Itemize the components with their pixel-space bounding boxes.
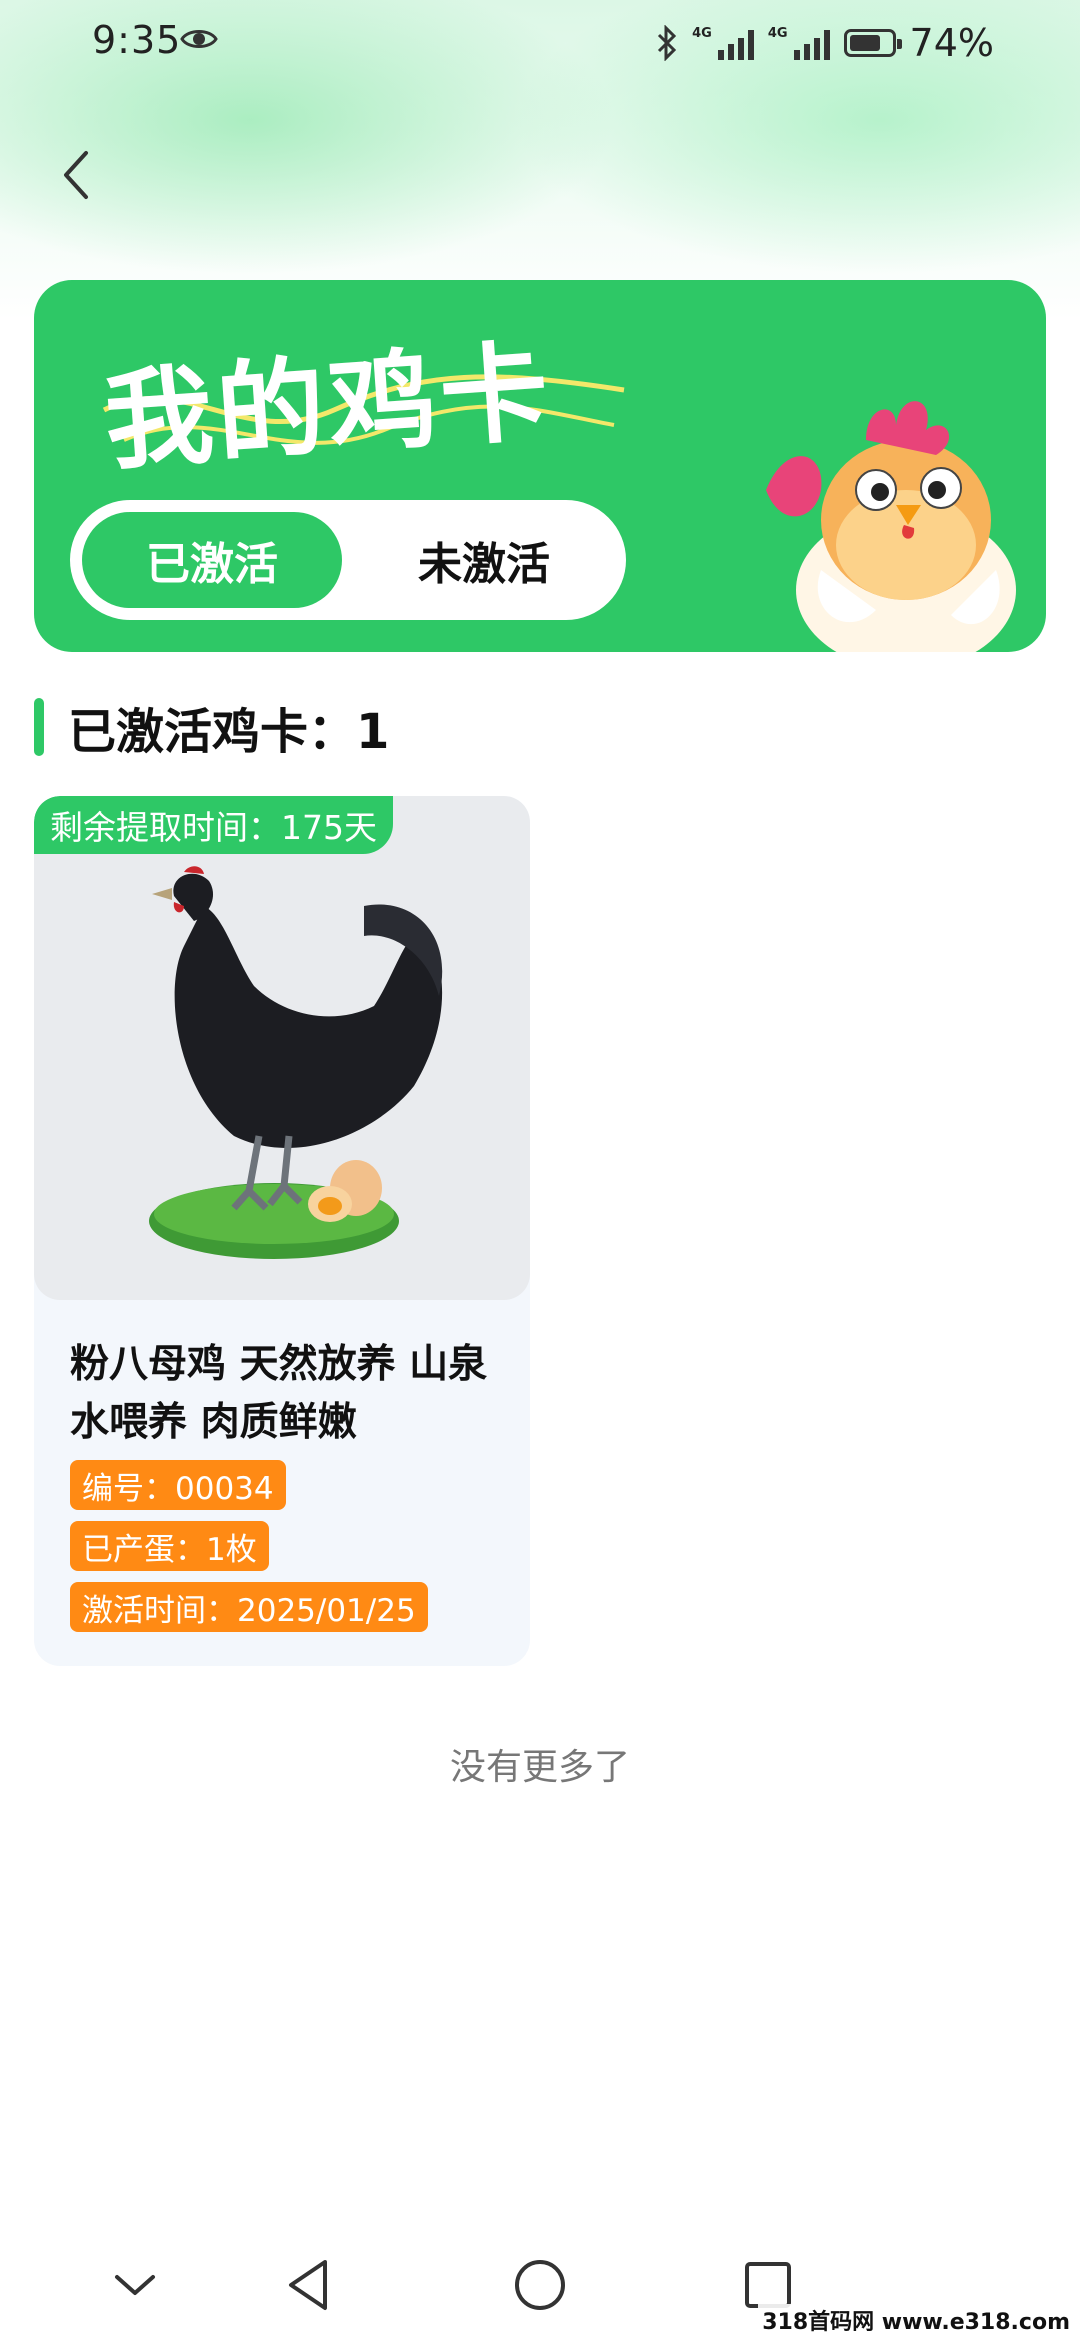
tab-inactive[interactable]: 未激活 — [354, 512, 614, 608]
battery-percent: 74% — [909, 21, 994, 65]
no-more-text: 没有更多了 — [449, 1747, 630, 1788]
network-label-2: 4G — [767, 26, 788, 41]
nav-back-button[interactable] — [273, 2250, 343, 2320]
nav-collapse-button[interactable] — [100, 2250, 170, 2320]
banner-title: 我的鸡卡 — [100, 328, 557, 486]
activation-date-tag: 激活时间：2025/01/25 — [70, 1582, 428, 1632]
chicken-card-banner: 我的鸡卡 已激活 未激活 — [34, 280, 1046, 652]
card-image-area: 剩余提取时间：175天 — [34, 796, 530, 1300]
signal-2-icon: 4G — [768, 26, 830, 60]
square-recents-icon — [745, 2262, 791, 2308]
chicken-mascot — [766, 401, 1016, 652]
signal-1-icon: 4G — [692, 26, 754, 60]
chevron-down-icon — [115, 2275, 155, 2295]
card-title: 粉八母鸡 天然放养 山泉水喂养 肉质鲜嫩 — [70, 1342, 488, 1445]
network-label-1: 4G — [692, 26, 712, 41]
eggs-tag: 已产蛋：1枚 — [70, 1521, 269, 1571]
back-button[interactable] — [40, 140, 110, 210]
status-time: 9:35 — [92, 18, 182, 62]
chevron-left-icon — [64, 151, 88, 199]
tab-activated[interactable]: 已激活 — [82, 512, 342, 608]
triangle-back-icon — [289, 2260, 327, 2310]
status-tabs: 已激活 未激活 — [70, 500, 626, 620]
chicken-card[interactable]: 剩余提取时间：175天 粉八母鸡 天然放养 山泉水喂养 肉质鲜嫩 编号：0003… — [34, 796, 530, 1666]
nav-home-button[interactable] — [505, 2250, 575, 2320]
watermark: 318首码网 www.e318.com — [758, 2304, 1074, 2336]
circle-home-icon — [515, 2260, 565, 2310]
section-accent-bar — [34, 698, 44, 756]
eye-icon — [180, 30, 218, 48]
remaining-time-badge: 剩余提取时间：175天 — [34, 796, 393, 854]
battery-icon — [843, 29, 902, 57]
hen-image — [149, 866, 443, 1259]
status-icons: 4G 4G 74% — [656, 18, 994, 68]
bluetooth-icon — [658, 25, 677, 61]
serial-tag: 编号：00034 — [70, 1460, 286, 1510]
section-header: 已激活鸡卡：1 — [34, 694, 389, 760]
status-bar: 9:35 4G 4G 74% — [0, 0, 1080, 90]
section-title: 已激活鸡卡：1 — [68, 704, 390, 760]
battery-fill — [849, 35, 880, 51]
